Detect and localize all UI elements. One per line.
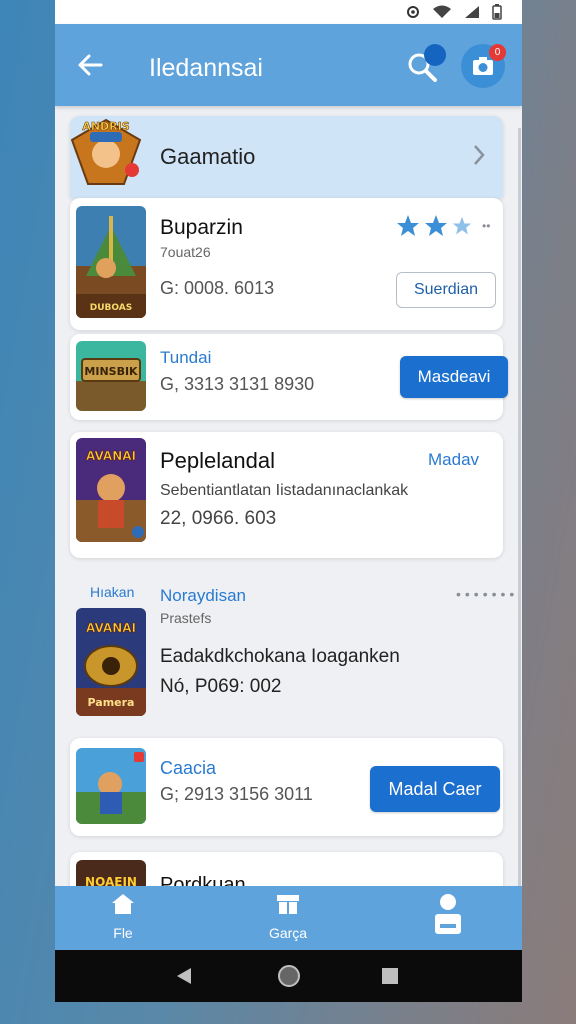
featured-card[interactable]: ANDRIS Gaamatio — [70, 116, 503, 198]
game-card[interactable]: AVANAI Peplelandal Madav Sebentiantlatan… — [70, 432, 503, 558]
game-thumbnail: MINSBIK — [76, 341, 146, 411]
game-meta: G, 3313 3131 8930 — [160, 374, 315, 394]
game-thumbnail: DUBOAS — [76, 206, 146, 318]
game-description: Eadakdkchokana Ioaganken — [160, 646, 400, 667]
game-subtitle: Prastefs — [160, 610, 212, 626]
app-title: Iledannsai — [149, 54, 263, 82]
game-description: Sebentiantlatan Iistadanınaclankak — [160, 482, 409, 499]
star-icon — [397, 215, 419, 236]
store-icon — [277, 895, 299, 914]
category-label: Hıakan — [90, 584, 135, 600]
game-action-button[interactable]: Masdeavi — [400, 356, 508, 398]
rating-stars: •• — [396, 214, 490, 238]
game-meta: 22, 0966. 603 — [160, 508, 277, 529]
game-title: Peplelandal — [160, 448, 275, 473]
game-subtitle: 7ouat26 — [160, 244, 211, 260]
battery-icon — [492, 4, 502, 20]
more-dots[interactable]: ••••••• — [456, 586, 518, 602]
game-action-button[interactable]: Suerdian — [396, 272, 496, 308]
game-meta: Nó, P069: 002 — [160, 676, 282, 697]
camera-icon — [473, 57, 493, 75]
wifi-icon — [433, 5, 451, 18]
chevron-right-icon — [474, 145, 485, 165]
notification-dot — [424, 44, 446, 66]
status-bar — [55, 0, 522, 24]
game-card[interactable]: DUBOAS Buparzin 7ouat26 G: 0008. 6013 ••… — [70, 198, 503, 330]
thumb-text: DUBOAS — [90, 303, 133, 313]
game-title: Buparzin — [160, 216, 243, 239]
profile-icon — [435, 894, 461, 934]
game-action-button[interactable]: Madal Caer — [370, 766, 500, 812]
svg-text:ANDRIS: ANDRIS — [82, 120, 129, 133]
thumb-text: AVANAI — [86, 621, 136, 635]
app-bar: Iledannsai 0 — [55, 24, 522, 106]
game-link[interactable]: Madav — [428, 450, 479, 470]
game-card[interactable]: MINSBIK Tundai G, 3313 3131 8930 Masdeav… — [70, 334, 508, 420]
system-navigation-bar — [55, 950, 522, 1002]
system-home-icon[interactable] — [277, 964, 301, 988]
nav-item-profile[interactable] — [408, 892, 488, 945]
game-meta: G; 2913 3156 3011 — [160, 784, 313, 804]
game-thumbnail — [76, 748, 146, 824]
camera-badge: 0 — [489, 44, 506, 61]
signal-icon — [465, 6, 479, 18]
home-icon — [112, 894, 134, 914]
star-icon — [425, 215, 447, 236]
featured-label: Gaamatio — [160, 144, 256, 169]
system-recents-icon[interactable] — [381, 967, 399, 985]
star-half-icon — [452, 216, 472, 235]
game-thumbnail: AVANAI — [76, 438, 146, 542]
sync-icon — [407, 6, 419, 18]
nav-label: Garça — [268, 925, 308, 941]
game-thumbnail: AVANAI Pamera — [76, 608, 146, 716]
system-back-icon[interactable] — [175, 966, 193, 986]
nav-label: Fle — [113, 925, 133, 941]
game-title: Tundai — [160, 348, 212, 367]
more-dots[interactable]: •• — [482, 219, 490, 233]
thumb-text: MINSBIK — [84, 365, 138, 378]
thumb-text: AVANAI — [86, 449, 136, 463]
nav-item-store[interactable]: Garça — [248, 892, 328, 941]
featured-logo: ANDRIS — [66, 110, 146, 190]
game-title: Caacia — [160, 758, 217, 778]
game-meta: G: 0008. 6013 — [160, 278, 275, 298]
thumb-text: Pamera — [88, 696, 135, 709]
bottom-navigation: Fle Garça — [55, 886, 522, 950]
back-arrow-icon[interactable] — [75, 50, 105, 80]
game-card[interactable]: Caacia G; 2913 3156 3011 Madal Caer — [70, 738, 503, 836]
scrollbar[interactable] — [518, 128, 521, 888]
nav-item-home[interactable]: Fle — [83, 892, 163, 941]
game-list-item[interactable]: Hıakan AVANAI Pamera Noraydisan Prastefs… — [70, 578, 514, 724]
phone-screen: Iledannsai 0 ANDRIS Gaamatio DUBOAS Bupa… — [55, 0, 522, 1002]
game-title: Noraydisan — [160, 586, 246, 605]
